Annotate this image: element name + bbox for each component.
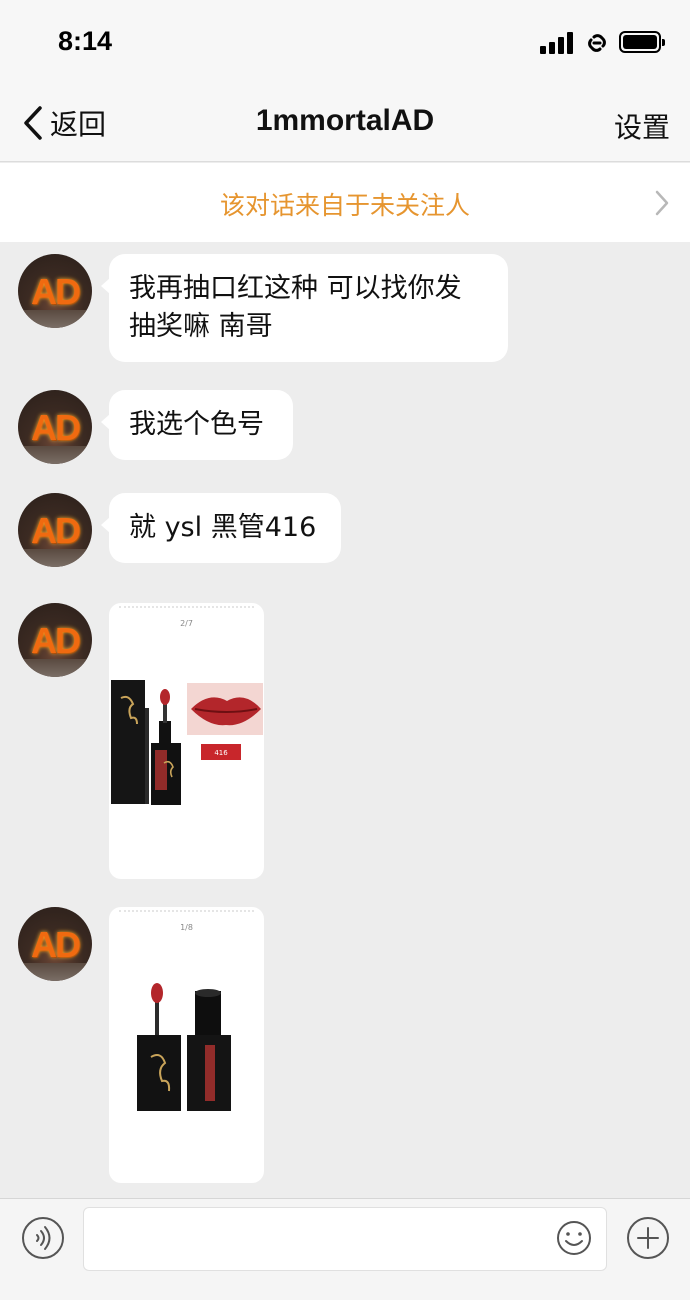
- emoji-icon[interactable]: [556, 1220, 592, 1256]
- settings-button[interactable]: 设置: [614, 106, 670, 146]
- message-bubble[interactable]: 我选个色号: [101, 390, 293, 460]
- avatar-logo-text: AD: [31, 510, 81, 551]
- status-bar: 8:14: [0, 0, 690, 86]
- link-icon: [588, 34, 606, 52]
- cellular-signal-icon: [540, 32, 574, 54]
- battery-icon: [619, 31, 665, 53]
- image-message[interactable]: 2/7 416: [109, 603, 264, 879]
- message-input[interactable]: [83, 1207, 607, 1271]
- avatar[interactable]: AD: [18, 493, 92, 567]
- avatar-logo-text: AD: [31, 620, 81, 661]
- add-more-icon[interactable]: [626, 1216, 670, 1260]
- message-bubble[interactable]: 我再抽口红这种 可以找你发 抽奖嘛 南哥: [101, 254, 508, 362]
- image-message[interactable]: 1/8: [109, 907, 264, 1183]
- message-text-line: 我再抽口红这种 可以找你发: [129, 273, 462, 304]
- avatar[interactable]: AD: [18, 390, 92, 464]
- voice-input-icon[interactable]: [21, 1216, 65, 1260]
- avatar-logo-text: AD: [31, 924, 81, 965]
- avatar-logo-text: AD: [31, 407, 81, 448]
- avatar-logo-text: AD: [31, 271, 81, 312]
- stranger-notice-banner[interactable]: 该对话来自于未关注人: [0, 163, 690, 242]
- avatar[interactable]: AD: [18, 907, 92, 981]
- navigation-bar: 返回 1mmortalAD 设置: [0, 86, 690, 162]
- message-text-line: 我选个色号: [129, 409, 264, 440]
- message-bubble[interactable]: 就 ysl 黑管416: [101, 493, 341, 563]
- avatar[interactable]: AD: [18, 603, 92, 677]
- lipstick-product-image: [137, 983, 231, 1111]
- lipstick-product-image: 416: [111, 680, 263, 805]
- status-time: 8:14: [58, 26, 113, 56]
- avatar[interactable]: AD: [18, 254, 92, 328]
- shade-tag-text: 416: [214, 749, 228, 757]
- chevron-right-icon: [655, 190, 669, 216]
- message-input-bar: [0, 1198, 690, 1300]
- conversation-title: 1mmortalAD: [255, 104, 435, 137]
- message-text-line: 抽奖嘛 南哥: [129, 311, 273, 342]
- message-text-line: 就 ysl 黑管416: [129, 512, 317, 543]
- notice-text: 该对话来自于未关注人: [219, 191, 470, 220]
